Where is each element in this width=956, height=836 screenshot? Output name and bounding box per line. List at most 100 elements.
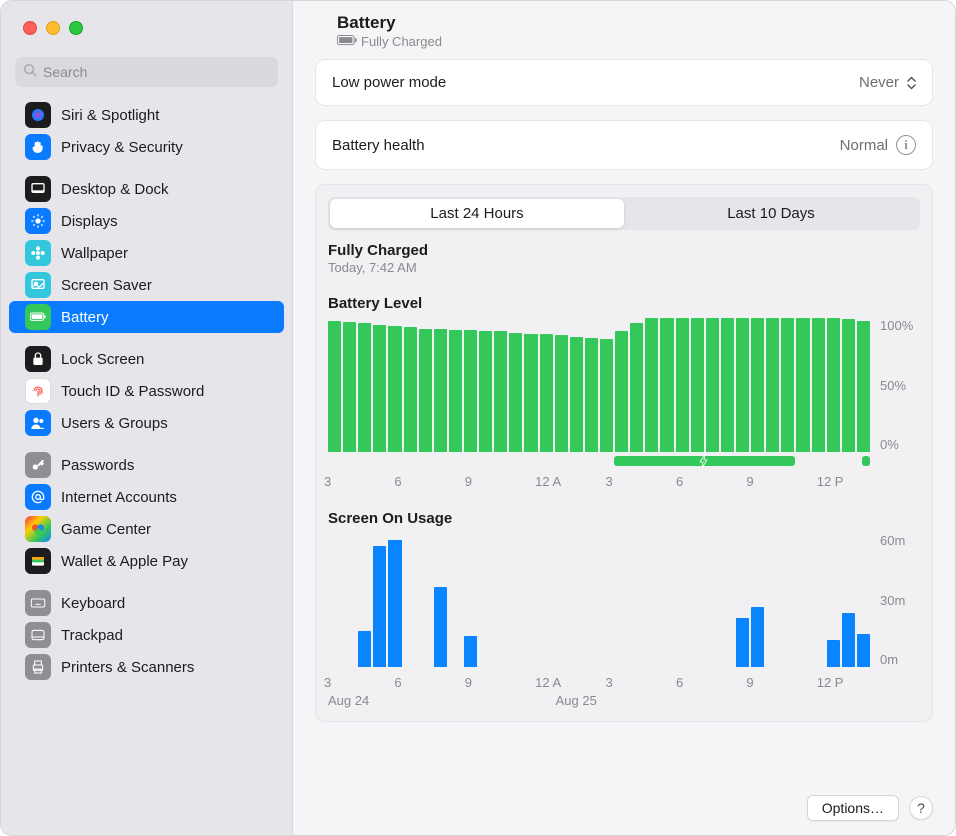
battery-level-bar: [736, 318, 749, 452]
sun-icon: [25, 208, 51, 234]
sidebar-item-wallet-apple-pay[interactable]: Wallet & Apple Pay: [9, 545, 284, 577]
window-controls: [23, 21, 83, 35]
sidebar-item-screen-saver[interactable]: Screen Saver: [9, 269, 284, 301]
footer: Options… ?: [293, 785, 955, 835]
close-icon[interactable]: [23, 21, 37, 35]
battery-status-text: Fully Charged: [361, 34, 442, 49]
battery-icon: [25, 304, 51, 330]
battery-level-bar: [585, 338, 598, 452]
battery-level-bar: [600, 339, 613, 452]
battery-level-bar: [540, 334, 553, 452]
battery-level-bar: [464, 330, 477, 452]
sidebar-item-users-groups[interactable]: Users & Groups: [9, 407, 284, 439]
battery-level-bar: [509, 333, 522, 452]
main-content: Battery Fully Charged Low power mode Nev…: [293, 1, 955, 835]
battery-level-bar: [812, 318, 825, 452]
low-power-row: Low power mode Never: [315, 59, 933, 106]
sidebar: Siri & Spotlight Privacy & Security Deskto…: [1, 1, 293, 835]
low-power-value: Never: [859, 74, 899, 91]
battery-level-bar: [555, 335, 568, 452]
battery-level-bar: [419, 329, 432, 452]
search-field[interactable]: [15, 57, 278, 87]
sidebar-item-printers-scanners[interactable]: Printers & Scanners: [9, 651, 284, 683]
sidebar-item-lock-screen[interactable]: Lock Screen: [9, 343, 284, 375]
sidebar-item-keyboard[interactable]: Keyboard: [9, 587, 284, 619]
battery-level-bar: [796, 318, 809, 452]
search-input[interactable]: [43, 64, 270, 80]
sidebar-item-battery[interactable]: Battery: [9, 301, 284, 333]
screen-on-bar: [736, 618, 749, 667]
sidebar-item-label: Internet Accounts: [61, 489, 177, 506]
battery-level-bar: [570, 337, 583, 452]
battery-level-bar: [388, 326, 401, 452]
lock-icon: [25, 346, 51, 372]
battery-level-bar: [449, 330, 462, 452]
flower-icon: [25, 240, 51, 266]
siri-icon: [25, 102, 51, 128]
users-icon: [25, 410, 51, 436]
battery-level-bar: [766, 318, 779, 452]
sidebar-item-label: Wallet & Apple Pay: [61, 553, 188, 570]
options-button[interactable]: Options…: [807, 795, 899, 821]
minimize-icon[interactable]: [46, 21, 60, 35]
screen-on-bar: [434, 587, 447, 667]
key-icon: [25, 452, 51, 478]
sidebar-item-desktop-dock[interactable]: Desktop & Dock: [9, 173, 284, 205]
sidebar-item-internet-accounts[interactable]: Internet Accounts: [9, 481, 284, 513]
trackpad-icon: [25, 622, 51, 648]
sidebar-item-wallpaper[interactable]: Wallpaper: [9, 237, 284, 269]
battery-level-bar: [358, 323, 371, 452]
sidebar-item-privacy-security[interactable]: Privacy & Security: [9, 131, 284, 163]
screen-on-bar: [373, 546, 386, 667]
touchid-icon: [25, 378, 51, 404]
maximize-icon[interactable]: [69, 21, 83, 35]
sidebar-item-trackpad[interactable]: Trackpad: [9, 619, 284, 651]
sidebar-item-game-center[interactable]: Game Center: [9, 513, 284, 545]
sidebar-item-displays[interactable]: Displays: [9, 205, 284, 237]
tab-last-10-days[interactable]: Last 10 Days: [624, 199, 918, 228]
battery-level-yaxis: 100%50%0%: [880, 318, 920, 452]
battery-level-bar: [781, 318, 794, 452]
tab-last-24-hours[interactable]: Last 24 Hours: [330, 199, 624, 228]
screen-on-bar: [388, 540, 401, 667]
battery-level-bar: [328, 321, 341, 452]
battery-level-chart: [328, 318, 870, 452]
screen-on-bar: [827, 640, 840, 667]
battery-status-icon: [337, 34, 357, 49]
battery-level-bar: [721, 318, 734, 452]
screen-on-day-labels: Aug 24Aug 25: [328, 693, 870, 709]
battery-level-bar: [524, 334, 537, 452]
charging-indicator: [328, 456, 870, 466]
battery-level-bar: [676, 318, 689, 452]
screen-on-bar: [464, 636, 477, 667]
help-button[interactable]: ?: [909, 796, 933, 820]
sidebar-item-label: Privacy & Security: [61, 139, 183, 156]
sidebar-item-label: Displays: [61, 213, 118, 230]
sidebar-item-siri-spotlight[interactable]: Siri & Spotlight: [9, 99, 284, 131]
last-charged-title: Fully Charged: [328, 242, 920, 259]
keyboard-icon: [25, 590, 51, 616]
low-power-dropdown[interactable]: Never: [859, 74, 916, 91]
battery-level-bar: [857, 321, 870, 452]
battery-level-bar: [691, 318, 704, 452]
sidebar-item-label: Siri & Spotlight: [61, 107, 159, 124]
sidebar-item-label: Users & Groups: [61, 415, 168, 432]
battery-health-row: Battery health Normal i: [315, 120, 933, 170]
battery-level-bar: [615, 331, 628, 452]
screen-on-chart: [328, 533, 870, 667]
battery-health-label: Battery health: [332, 137, 425, 154]
sidebar-item-label: Wallpaper: [61, 245, 128, 262]
sidebar-item-touch-id-password[interactable]: Touch ID & Password: [9, 375, 284, 407]
sidebar-item-passwords[interactable]: Passwords: [9, 449, 284, 481]
screensaver-icon: [25, 272, 51, 298]
sidebar-item-label: Lock Screen: [61, 351, 144, 368]
sidebar-item-label: Battery: [61, 309, 109, 326]
battery-level-bar: [706, 318, 719, 452]
info-icon[interactable]: i: [896, 135, 916, 155]
sidebar-item-label: Screen Saver: [61, 277, 152, 294]
battery-level-bar: [842, 319, 855, 452]
gamecenter-icon: [25, 516, 51, 542]
sidebar-item-label: Keyboard: [61, 595, 125, 612]
battery-level-bar: [494, 331, 507, 452]
last-charged-time: Today, 7:42 AM: [328, 260, 920, 275]
